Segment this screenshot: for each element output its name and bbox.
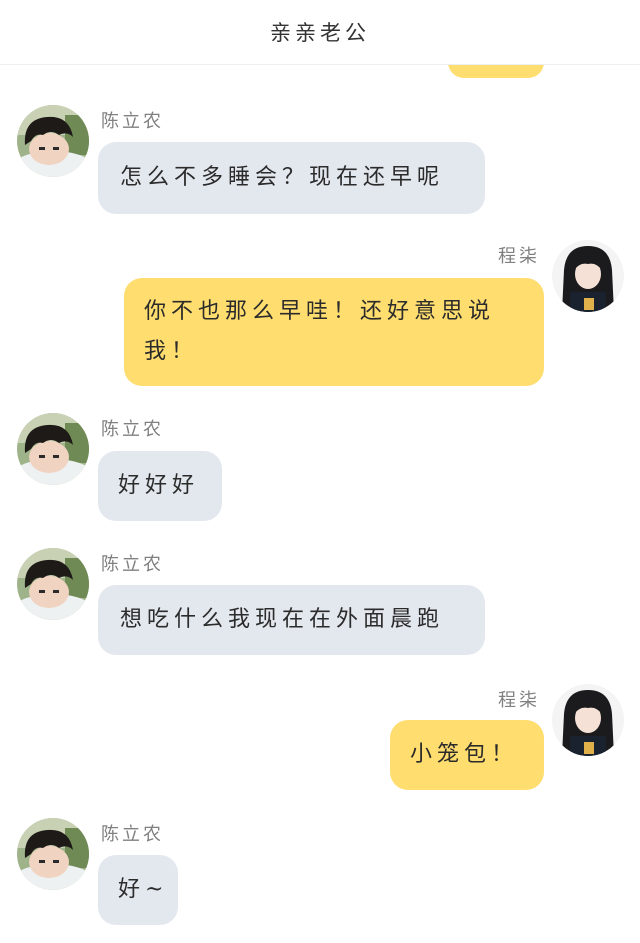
boy-avatar-icon[interactable] bbox=[17, 105, 89, 177]
message-bubble[interactable]: 小笼包！ bbox=[390, 720, 544, 790]
message-bubble[interactable]: 好好好 bbox=[98, 451, 222, 521]
girl-avatar-icon[interactable] bbox=[552, 684, 624, 756]
sender-name: 陈立农 bbox=[101, 419, 164, 440]
girl-avatar-icon[interactable] bbox=[552, 240, 624, 312]
message-text: 想吃什么我现在在外面晨跑 bbox=[120, 607, 445, 632]
chat-title: 亲亲老公 bbox=[270, 21, 370, 45]
message-text: 小笼包！ bbox=[410, 742, 519, 767]
sender-name: 陈立农 bbox=[101, 554, 164, 575]
sender-name: 程柒 bbox=[498, 690, 540, 711]
message-bubble[interactable]: 好~ bbox=[98, 855, 178, 925]
sender-name: 程柒 bbox=[498, 246, 540, 267]
chat-header: 亲亲老公 bbox=[0, 0, 640, 65]
boy-avatar-icon[interactable] bbox=[17, 818, 89, 890]
message-bubble[interactable]: 你不也那么早哇！还好意思说我！ bbox=[124, 278, 544, 386]
boy-avatar-icon[interactable] bbox=[17, 413, 89, 485]
message-text: 好~ bbox=[118, 877, 169, 902]
message-text: 怎么不多睡会？现在还早呢 bbox=[120, 165, 445, 190]
message-bubble[interactable]: 怎么不多睡会？现在还早呢 bbox=[98, 142, 485, 214]
boy-avatar-icon[interactable] bbox=[17, 548, 89, 620]
message-text: 你不也那么早哇！还好意思说我！ bbox=[144, 299, 496, 364]
sender-name: 陈立农 bbox=[101, 824, 164, 845]
sender-name: 陈立农 bbox=[101, 111, 164, 132]
message-text: 好好好 bbox=[118, 473, 200, 498]
message-bubble[interactable]: 想吃什么我现在在外面晨跑 bbox=[98, 585, 485, 655]
